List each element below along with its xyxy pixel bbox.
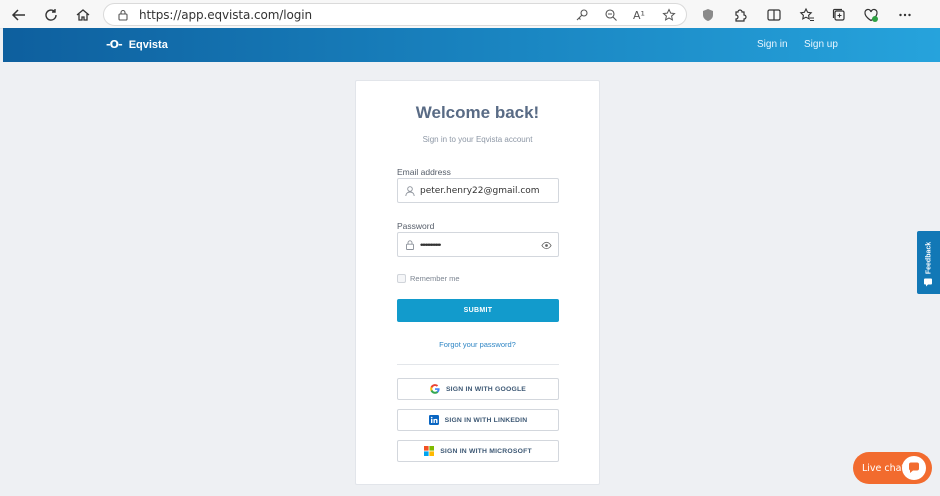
microsoft-icon bbox=[424, 446, 435, 456]
feedback-tab[interactable]: Feedback bbox=[917, 231, 940, 294]
star-icon bbox=[662, 8, 676, 21]
google-signin-label: SIGN IN WITH GOOGLE bbox=[445, 385, 527, 393]
page-title: Welcome back! bbox=[415, 103, 540, 122]
favorite-star-button[interactable] bbox=[661, 7, 677, 23]
password-label: Password bbox=[397, 221, 435, 231]
feedback-label: Feedback bbox=[925, 241, 932, 275]
linkedin-signin-button[interactable]: SIGN IN WITH LINKEDIN bbox=[397, 409, 559, 431]
microsoft-signin-button[interactable]: SIGN IN WITH MICROSOFT bbox=[397, 440, 559, 462]
url-text: https://app.eqvista.com/login bbox=[139, 8, 312, 22]
home-icon bbox=[76, 9, 90, 21]
more-dots-icon bbox=[899, 13, 911, 17]
split-screen-icon bbox=[767, 9, 781, 21]
password-field[interactable]: •••••••••••• bbox=[397, 232, 559, 257]
back-button[interactable] bbox=[9, 5, 29, 25]
email-field[interactable]: peter.henry22@gmail.com bbox=[397, 178, 559, 203]
puzzle-icon bbox=[735, 9, 747, 22]
extensions-button[interactable] bbox=[730, 5, 750, 25]
login-card: Welcome back! Sign in to your Eqvista ac… bbox=[355, 80, 600, 485]
home-button[interactable] bbox=[73, 5, 93, 25]
signin-link[interactable]: Sign in bbox=[757, 39, 788, 50]
read-aloud-icon: A¹ bbox=[633, 8, 645, 22]
chat-bubble-icon bbox=[902, 456, 926, 480]
zoom-button[interactable] bbox=[603, 7, 619, 23]
zoom-out-icon bbox=[605, 9, 617, 21]
key-icon bbox=[576, 9, 588, 21]
address-bar[interactable]: https://app.eqvista.com/login A¹ bbox=[103, 3, 687, 26]
arrow-left-icon bbox=[11, 9, 25, 21]
eqvista-logo-icon: -O- bbox=[106, 38, 123, 51]
favorites-button[interactable] bbox=[797, 5, 817, 25]
remember-me: Remember me bbox=[397, 274, 460, 283]
collections-icon bbox=[832, 8, 845, 21]
reload-button[interactable] bbox=[41, 5, 61, 25]
user-icon bbox=[405, 186, 415, 197]
email-label: Email address bbox=[397, 167, 451, 177]
settings-more-button[interactable] bbox=[895, 5, 915, 25]
forgot-password-link[interactable]: Forgot your password? bbox=[356, 340, 599, 349]
padlock-icon bbox=[406, 240, 414, 250]
password-value: •••••••••••• bbox=[420, 240, 441, 250]
google-signin-button[interactable]: SIGN IN WITH GOOGLE bbox=[397, 378, 559, 400]
app-header: -O- Eqvista Sign in Sign up bbox=[3, 28, 940, 62]
passwords-key-button[interactable] bbox=[574, 7, 590, 23]
linkedin-signin-label: SIGN IN WITH LINKEDIN bbox=[444, 416, 528, 424]
email-value: peter.henry22@gmail.com bbox=[420, 186, 540, 196]
live-chat-button[interactable]: Live chat bbox=[853, 452, 932, 484]
live-chat-label: Live chat bbox=[862, 463, 906, 474]
favorites-star-icon bbox=[799, 7, 814, 22]
browser-toolbar: https://app.eqvista.com/login A¹ bbox=[0, 0, 940, 29]
remember-checkbox[interactable] bbox=[397, 274, 406, 283]
brand-logo[interactable]: -O- Eqvista bbox=[106, 38, 168, 51]
lock-icon bbox=[118, 9, 128, 21]
tracking-shield-button[interactable] bbox=[698, 5, 718, 25]
linkedin-icon bbox=[428, 415, 439, 425]
feedback-chat-icon bbox=[924, 278, 932, 287]
google-icon bbox=[430, 384, 440, 394]
eye-icon[interactable] bbox=[541, 240, 552, 251]
read-aloud-button[interactable]: A¹ bbox=[631, 7, 647, 23]
collections-button[interactable] bbox=[829, 5, 849, 25]
browser-essentials-button[interactable] bbox=[861, 5, 881, 25]
heart-pulse-icon bbox=[864, 8, 878, 22]
page-subtitle: Sign in to your Eqvista account bbox=[422, 135, 533, 144]
shield-icon bbox=[703, 9, 713, 21]
divider bbox=[397, 364, 559, 365]
split-screen-button[interactable] bbox=[764, 5, 784, 25]
remember-label: Remember me bbox=[410, 274, 460, 283]
refresh-icon bbox=[45, 9, 57, 21]
microsoft-signin-label: SIGN IN WITH MICROSOFT bbox=[440, 447, 532, 455]
brand-name: Eqvista bbox=[128, 38, 168, 51]
submit-button[interactable]: SUBMIT bbox=[397, 299, 559, 322]
signup-link[interactable]: Sign up bbox=[804, 39, 838, 50]
